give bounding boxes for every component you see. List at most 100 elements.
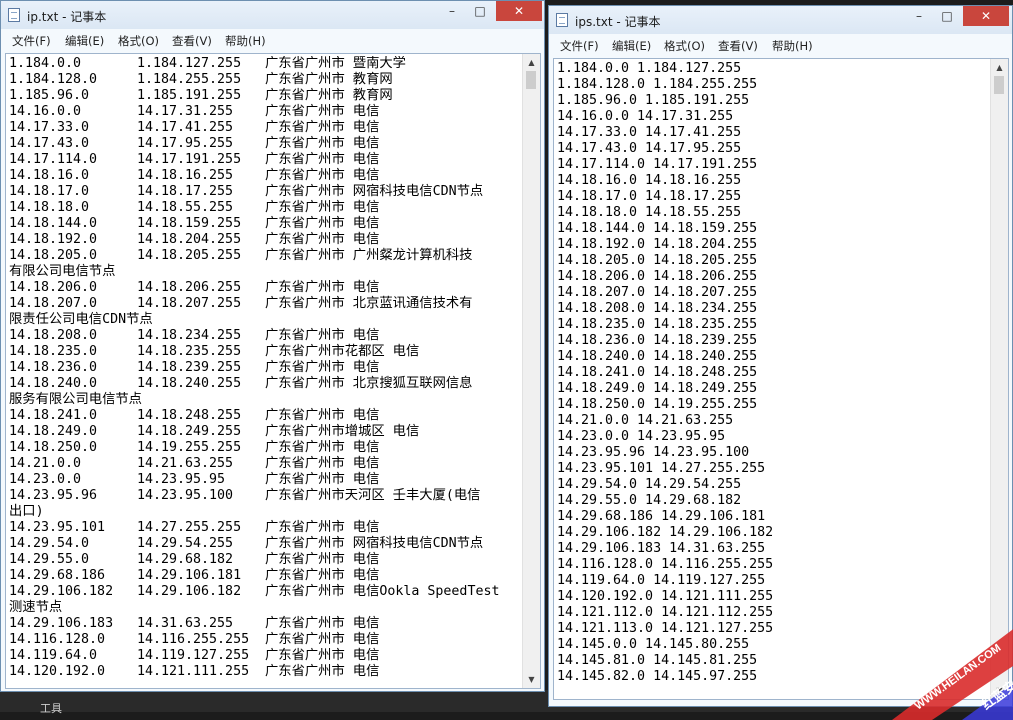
scroll-thumb[interactable]: [994, 76, 1004, 94]
text-line: 14.18.205.0 14.18.205.255: [557, 253, 758, 268]
close-button[interactable]: ✕: [496, 1, 542, 21]
ip-end: 14.23.95.95: [137, 472, 226, 487]
ip-end: 1.185.191.255: [137, 88, 242, 103]
text-line: 14.21.0.0 14.21.63.255: [557, 413, 734, 428]
document-text[interactable]: 1.184.0.0 1.184.127.255 广东省广州市 暨南大学 1.184.1…: [9, 56, 522, 688]
text-line: 14.18.144.0 14.18.159.255: [557, 221, 758, 236]
ip-end: 14.121.111.255: [137, 664, 250, 679]
title-bar[interactable]: ip.txt - 记事本 – □ ✕: [1, 1, 544, 29]
menu-edit[interactable]: 编辑(E): [612, 38, 651, 54]
ip-start: 14.18.144.0: [9, 216, 98, 231]
location: 广东省广州市 北京蓝讯通信技术有: [265, 296, 473, 311]
text-line: 14.17.114.0 14.17.191.255 广东省广州市 电信: [9, 152, 522, 168]
ip-start: 14.18.240.0: [9, 376, 98, 391]
location: 广东省广州市 电信: [265, 520, 380, 535]
location: 广东省广州市 电信: [265, 328, 380, 343]
title-bar[interactable]: ips.txt - 记事本 – □ ✕: [549, 6, 1012, 34]
ip-start: 14.29.106.183: [9, 616, 114, 631]
text-line: 1.184.0.0 1.184.127.255 广东省广州市 暨南大学: [9, 56, 522, 72]
text-line: 14.121.113.0 14.121.127.255: [557, 621, 774, 636]
menu-bar: 文件(F) 编辑(E) 格式(O) 查看(V) 帮助(H): [2, 29, 543, 51]
text-line: 1.184.128.0 1.184.255.255 广东省广州市 教育网: [9, 72, 522, 88]
text-line: 14.23.0.0 14.23.95.95: [557, 429, 726, 444]
ip-end: 14.18.16.255: [137, 168, 234, 183]
ip-end: 14.21.63.255: [137, 456, 234, 471]
ip-end: 14.18.249.255: [137, 424, 242, 439]
text-line: 有限公司电信节点: [9, 264, 522, 280]
ip-end: 14.17.95.255: [137, 136, 234, 151]
ip-start: 14.23.95.101: [9, 520, 106, 535]
scroll-up-icon[interactable]: ▲: [523, 54, 540, 71]
text-line: 限责任公司电信CDN节点: [9, 312, 522, 328]
ip-start: 1.185.96.0: [9, 88, 90, 103]
text-line: 14.121.112.0 14.121.112.255: [557, 605, 774, 620]
vertical-scrollbar[interactable]: ▲ ▼: [522, 54, 540, 688]
scroll-thumb[interactable]: [526, 71, 536, 89]
text-line: 14.18.240.0 14.18.240.255: [557, 349, 758, 364]
vertical-scrollbar[interactable]: ▲ ▼: [990, 59, 1008, 699]
ip-start: 14.18.249.0: [9, 424, 98, 439]
minimize-button[interactable]: –: [438, 1, 466, 21]
menu-format[interactable]: 格式(O): [664, 38, 705, 54]
text-editor[interactable]: 1.184.0.0 1.184.127.255 1.184.128.0 1.184…: [553, 58, 1009, 700]
menu-file[interactable]: 文件(F): [12, 33, 51, 49]
menu-edit[interactable]: 编辑(E): [65, 33, 104, 49]
menu-help[interactable]: 帮助(H): [225, 33, 266, 49]
text-line: 测速节点: [9, 600, 522, 616]
menu-file[interactable]: 文件(F): [560, 38, 599, 54]
ip-start: 14.29.106.182: [9, 584, 114, 599]
menu-help[interactable]: 帮助(H): [772, 38, 813, 54]
menu-format[interactable]: 格式(O): [118, 33, 159, 49]
scroll-up-icon[interactable]: ▲: [991, 59, 1008, 76]
ip-start: 14.116.128.0: [9, 632, 106, 647]
ip-start: 14.18.17.0: [9, 184, 90, 199]
document-text[interactable]: 1.184.0.0 1.184.127.255 1.184.128.0 1.184…: [557, 61, 990, 699]
close-button[interactable]: ✕: [963, 6, 1009, 26]
text-line: 14.120.192.0 14.121.111.255 广东省广州市 电信: [9, 664, 522, 680]
text-line: 14.16.0.0 14.17.31.255: [557, 109, 734, 124]
ip-end: 14.17.191.255: [137, 152, 242, 167]
ip-start: 14.18.241.0: [9, 408, 98, 423]
location: 广东省广州市 教育网: [265, 72, 393, 87]
notepad-icon[interactable]: [556, 13, 568, 27]
location: 广东省广州市增城区 电信: [265, 424, 420, 439]
location: 广东省广州市 电信: [265, 168, 380, 183]
ip-start: 1.184.0.0: [9, 56, 82, 71]
maximize-button[interactable]: □: [466, 1, 494, 21]
text-line: 14.18.235.0 14.18.235.255: [557, 317, 758, 332]
ip-end: 1.184.127.255: [137, 56, 242, 71]
ip-end: 14.23.95.100: [137, 488, 234, 503]
text-line: 14.18.206.0 14.18.206.255: [557, 269, 758, 284]
location: 广东省广州市 电信: [265, 552, 380, 567]
scroll-down-icon[interactable]: ▼: [991, 682, 1008, 699]
ip-end: 14.18.248.255: [137, 408, 242, 423]
text-line: 14.29.106.183 14.31.63.255 广东省广州市 电信: [9, 616, 522, 632]
minimize-button[interactable]: –: [905, 6, 933, 26]
ip-start: 14.16.0.0: [9, 104, 82, 119]
location: 广东省广州市花都区 电信: [265, 344, 420, 359]
maximize-button[interactable]: □: [933, 6, 961, 26]
wrapped-line-text: 限责任公司电信CDN节点: [9, 312, 153, 327]
ip-end: 14.18.207.255: [137, 296, 242, 311]
scroll-down-icon[interactable]: ▼: [523, 671, 540, 688]
location: 广东省广州市 电信: [265, 152, 380, 167]
ip-end: 14.119.127.255: [137, 648, 250, 663]
location: 广东省广州市 电信: [265, 440, 380, 455]
location: 广东省广州市 电信: [265, 632, 380, 647]
ip-end: 14.29.106.182: [137, 584, 242, 599]
notepad-icon[interactable]: [8, 8, 20, 22]
ip-start: 14.29.55.0: [9, 552, 90, 567]
location: 广东省广州市 电信: [265, 200, 380, 215]
location: 广东省广州市 电信: [265, 216, 380, 231]
ip-start: 14.18.207.0: [9, 296, 98, 311]
location: 广东省广州市 电信: [265, 120, 380, 135]
menu-view[interactable]: 查看(V): [172, 33, 212, 49]
ip-end: 14.18.55.255: [137, 200, 234, 215]
ip-start: 14.119.64.0: [9, 648, 98, 663]
taskbar-item[interactable]: 工具: [40, 700, 62, 716]
text-line: 14.17.33.0 14.17.41.255: [557, 125, 742, 140]
text-line: 14.18.17.0 14.18.17.255 广东省广州市 网宿科技电信CDN节点: [9, 184, 522, 200]
ip-end: 14.18.204.255: [137, 232, 242, 247]
text-editor[interactable]: 1.184.0.0 1.184.127.255 广东省广州市 暨南大学 1.184.1…: [5, 53, 541, 689]
menu-view[interactable]: 查看(V): [718, 38, 758, 54]
